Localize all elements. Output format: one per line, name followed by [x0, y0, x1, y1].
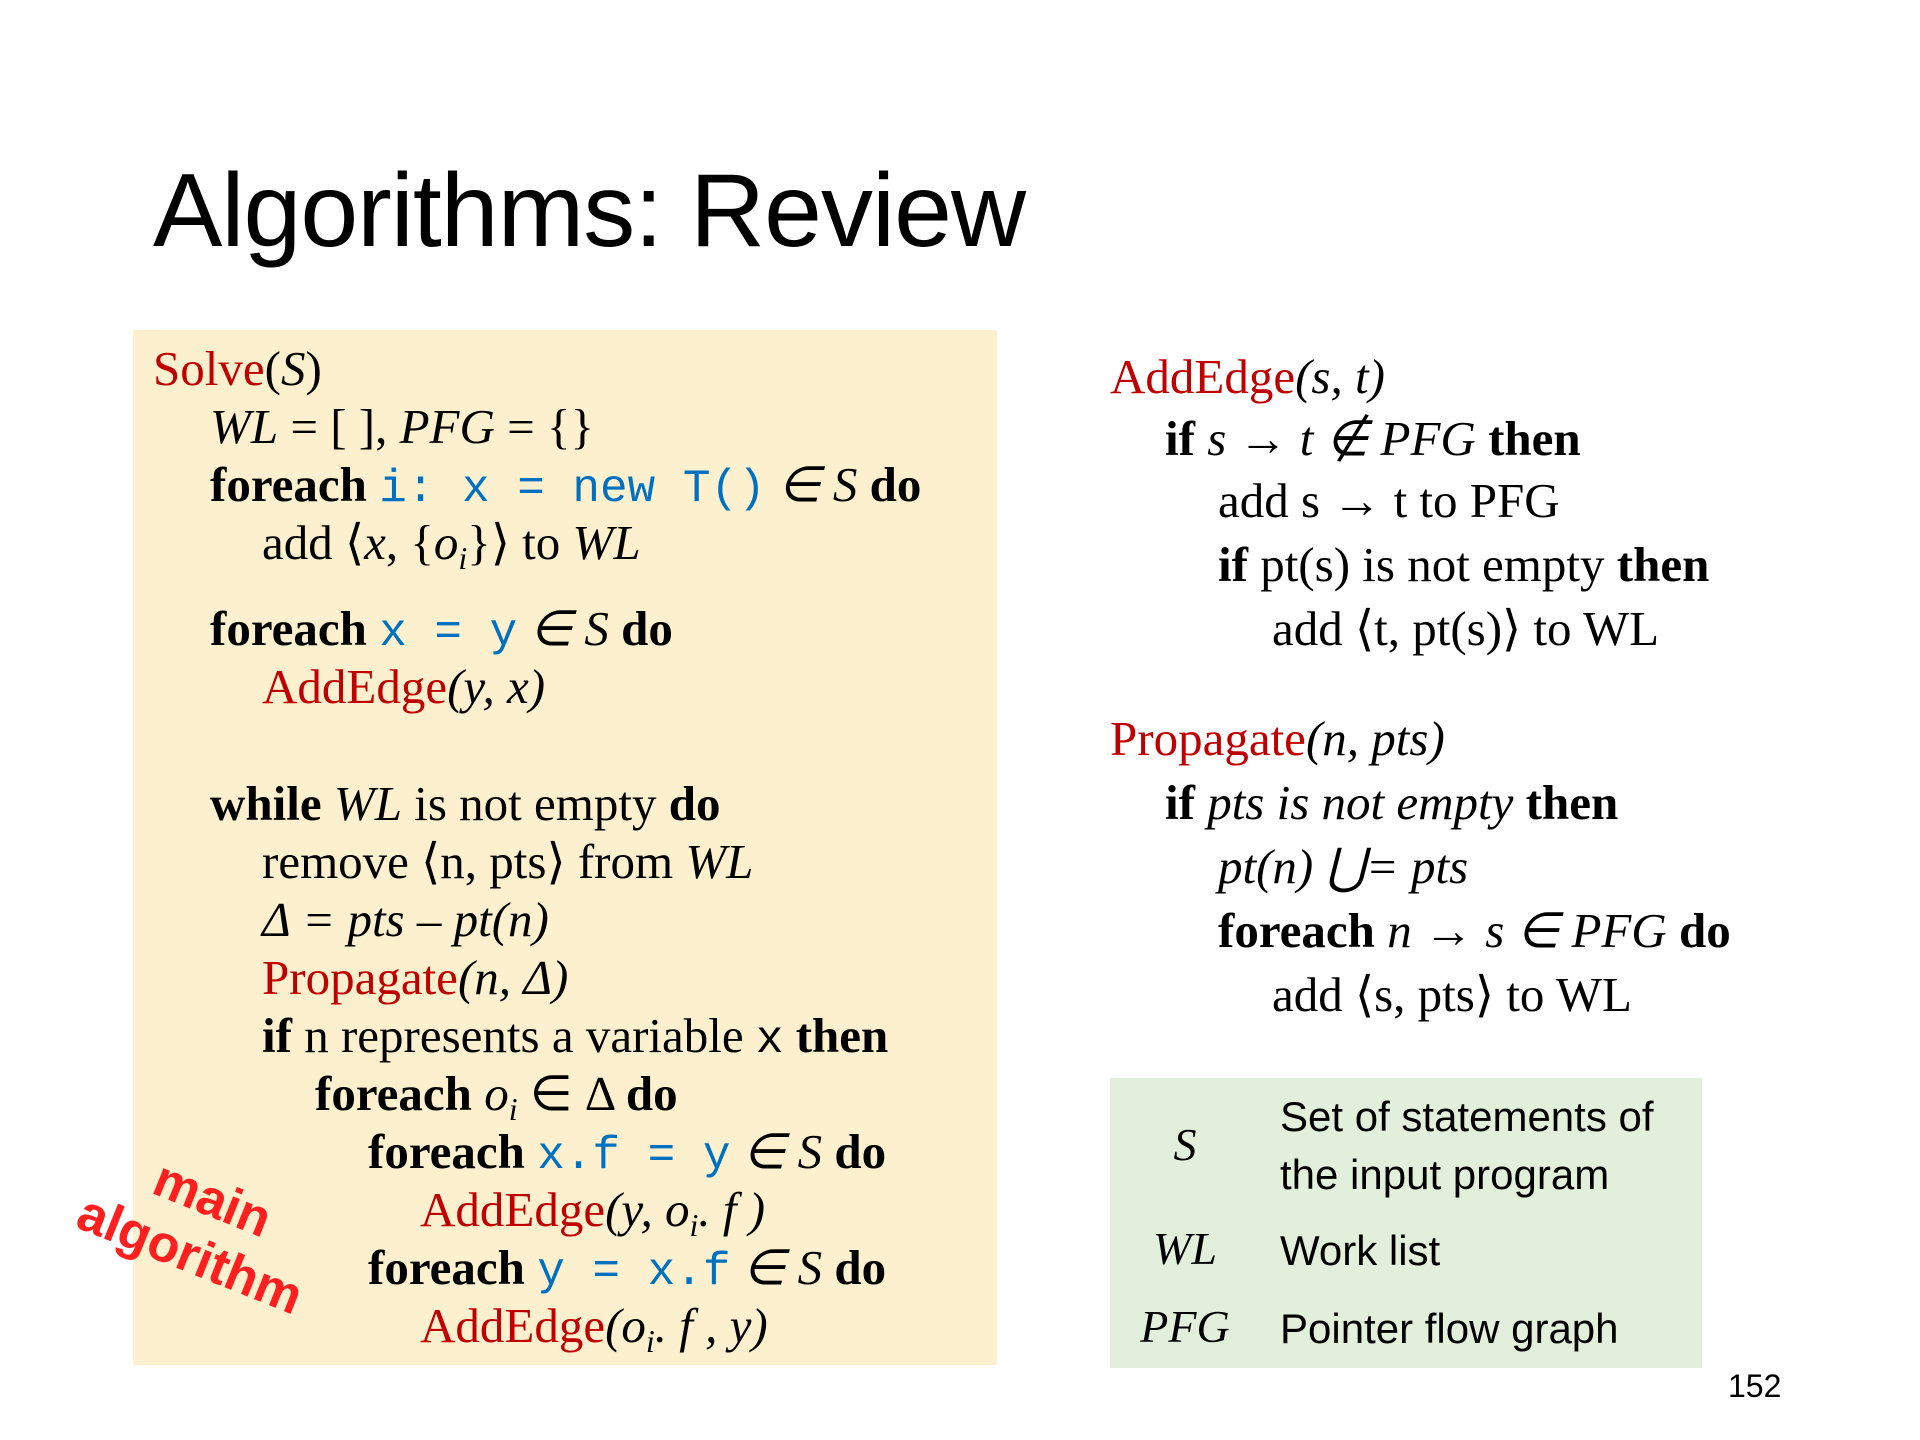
solve-remove-line: remove ⟨n, pts⟩ from WL [262, 834, 754, 889]
legend-symbol-s: S [1173, 1119, 1197, 1170]
propagate-foreach-line: foreach n → s ∈ PFG do [1218, 903, 1731, 958]
solve-foreach-copy: foreach x = y ∈ S do [210, 601, 673, 659]
new-stmt: i: x = new T() [379, 463, 766, 515]
addedge-add-line: add s → t to PFG [1218, 473, 1560, 528]
load-stmt: y = x.f [537, 1246, 731, 1298]
legend-symbol-wl: WL [1153, 1223, 1217, 1274]
solve-foreach-new: foreach i: x = new T() ∈ S do [210, 457, 922, 515]
store-stmt: x.f = y [537, 1130, 731, 1182]
solve-add-line: add ⟨x, {oi}⟩ to WL [262, 515, 641, 576]
solve-foreach-load: foreach y = x.f ∈ S do [368, 1240, 887, 1298]
solve-while-line: while WL is not empty do [210, 776, 721, 831]
slide-title: Algorithms: Review [153, 153, 1026, 269]
solve-init-line: WL = [ ], PFG = {} [210, 399, 595, 454]
solve-addedge-1: AddEdge(y, x) [262, 659, 546, 714]
solve-name: Solve [153, 341, 265, 396]
solve-propagate-call: Propagate(n, Δ) [262, 950, 569, 1005]
legend-desc-wl: Work list [1280, 1227, 1441, 1274]
solve-if-variable: if n represents a variable x then [262, 1008, 889, 1066]
legend-desc-pfg: Pointer flow graph [1280, 1305, 1619, 1352]
propagate-header: Propagate(n, pts) [1110, 711, 1445, 766]
propagate-union-line: pt(n) ⋃= pts [1218, 839, 1469, 894]
addedge-header: AddEdge(s, t) [1110, 349, 1385, 404]
addedge-if-line: if s → t ∉ PFG then [1165, 411, 1581, 466]
solve-header: Solve(S) [153, 341, 322, 396]
solve-delta-line: Δ = pts – pt(n) [262, 892, 549, 947]
solve-param: S [280, 341, 306, 396]
solve-foreach-store: foreach x.f = y ∈ S do [368, 1124, 887, 1182]
addedge-if2-line: if pt(s) is not empty then [1218, 537, 1710, 592]
addedge-add2-line: add ⟨t, pt(s)⟩ to WL [1272, 601, 1660, 656]
solve-addedge-3: AddEdge(oi. f , y) [420, 1298, 768, 1359]
propagate-if-line: if pts is not empty then [1165, 775, 1619, 830]
legend-symbol-pfg: PFG [1140, 1301, 1230, 1352]
legend-desc-s-line1: Set of statements of [1280, 1093, 1654, 1140]
copy-stmt: x = y [379, 607, 518, 659]
page-number: 152 [1728, 1368, 1782, 1404]
legend-desc-s-line2: the input program [1280, 1151, 1610, 1198]
propagate-add-line: add ⟨s, pts⟩ to WL [1272, 967, 1632, 1022]
